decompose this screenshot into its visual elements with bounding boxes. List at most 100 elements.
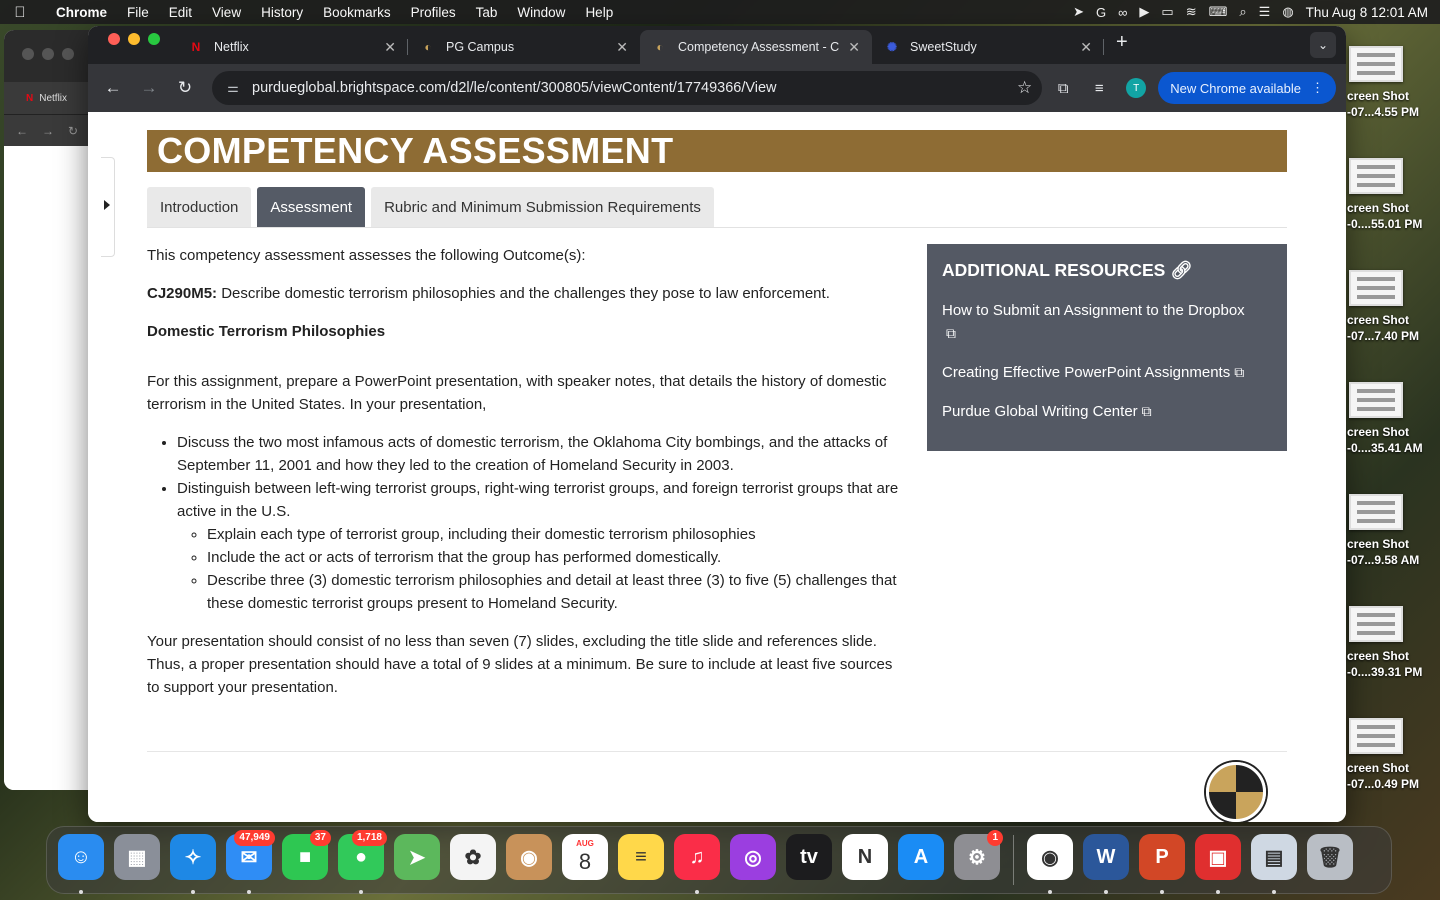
system-settings-dock-item[interactable]: ⚙ 1 — [949, 830, 1005, 886]
tab-competency-assessment[interactable]: ◐ Competency Assessment - C ✕ — [640, 30, 872, 64]
trash-dock-item[interactable]: 🗑 — [1302, 834, 1358, 886]
running-indicator — [1160, 890, 1164, 894]
play-icon[interactable]: ▶ — [1139, 4, 1149, 20]
maps-dock-item[interactable]: ➤ — [389, 834, 445, 886]
location-icon[interactable]: ➤ — [1073, 4, 1084, 20]
new-tab-button[interactable]: + — [1104, 31, 1140, 60]
site-info-icon[interactable]: ⚌ — [222, 80, 244, 96]
news-dock-item[interactable]: N — [837, 834, 893, 886]
desktop-file[interactable]: creen Shot -0....55.01 PM — [1347, 158, 1440, 232]
minimize-window-button[interactable] — [128, 33, 140, 45]
back-arrow-icon[interactable]: ← — [16, 124, 28, 138]
resource-link-writing-center[interactable]: Purdue Global Writing Center ⧉ — [942, 400, 1272, 423]
apple-menu-icon[interactable]:  — [0, 4, 40, 21]
desktop-file[interactable]: creen Shot -0....39.31 PM — [1347, 606, 1440, 680]
back-arrow-icon: ← — [104, 78, 122, 97]
url-text[interactable]: purdueglobal.brightspace.com/d2l/le/cont… — [252, 80, 1017, 96]
wifi-icon[interactable]: ≋ — [1186, 4, 1197, 20]
more-menu-icon[interactable]: ⋮ — [1311, 80, 1324, 96]
sidebar-toggle[interactable] — [101, 157, 115, 257]
desktop-file[interactable]: creen Shot -07...4.55 PM — [1347, 46, 1440, 120]
grammarly-icon[interactable]: G — [1096, 5, 1106, 20]
purdue-global-icon: ◐ — [424, 40, 432, 54]
chrome-icon: ◉ — [1027, 834, 1073, 880]
photos-dock-item[interactable]: ✿ — [445, 834, 501, 886]
assignment-text: For this assignment, prepare a PowerPoin… — [147, 373, 887, 413]
menu-window[interactable]: Window — [507, 5, 575, 20]
preview-dock-item[interactable]: ▤ — [1246, 834, 1302, 894]
menu-tab[interactable]: Tab — [466, 5, 508, 20]
tab-netflix[interactable]: N Netflix ✕ — [176, 30, 408, 64]
tv-icon: tv — [786, 834, 832, 880]
zoom-window-button[interactable] — [148, 33, 160, 45]
powerpoint-dock-item[interactable]: P — [1134, 834, 1190, 894]
menu-app-name[interactable]: Chrome — [40, 5, 117, 20]
keyboard-icon[interactable]: ⌨ — [1209, 4, 1228, 20]
tv-dock-item[interactable]: tv — [781, 834, 837, 886]
menu-edit[interactable]: Edit — [159, 5, 202, 20]
app-store-dock-item[interactable]: A — [893, 834, 949, 886]
siri-icon[interactable]: ◍ — [1282, 4, 1293, 20]
desktop-file[interactable]: creen Shot -07...7.40 PM — [1347, 270, 1440, 344]
notification-badge: 1 — [987, 830, 1003, 846]
extensions-icon[interactable]: ⧉ — [1048, 73, 1078, 103]
podcasts-icon: ◎ — [730, 834, 776, 880]
menu-view[interactable]: View — [202, 5, 251, 20]
reload-button[interactable]: ↻ — [170, 73, 200, 103]
section-heading: Domestic Terrorism Philosophies — [147, 323, 386, 340]
address-bar[interactable]: ⚌ purdueglobal.brightspace.com/d2l/le/co… — [212, 71, 1043, 105]
messages-dock-item[interactable]: ● 1,718 — [333, 830, 389, 894]
forward-button[interactable]: → — [134, 73, 164, 103]
menu-help[interactable]: Help — [575, 5, 623, 20]
bookmark-star-icon[interactable]: ☆ — [1017, 78, 1032, 98]
dock: ☺ ▦ ✧ ✉ 47,949 ■ 37 ● 1,718 ➤ ✿ ◉ AUG 8 ≡ ♫ ◎ tv N A ⚙ 1 ◉ W P ▣ ▤… — [46, 826, 1392, 894]
reload-icon[interactable]: ↻ — [68, 124, 78, 138]
spotlight-search-icon[interactable]: ⌕ — [1239, 4, 1246, 20]
music-dock-item[interactable]: ♫ — [669, 834, 725, 894]
running-indicator — [1272, 890, 1276, 894]
tab-introduction[interactable]: Introduction — [147, 187, 252, 227]
creative-cloud-icon[interactable]: ∞ — [1118, 5, 1127, 20]
control-center-icon[interactable]: ☰ — [1259, 4, 1271, 20]
tab-assessment[interactable]: Assessment — [257, 187, 366, 227]
word-dock-item[interactable]: W — [1078, 834, 1134, 894]
finder-dock-item[interactable]: ☺ — [53, 834, 109, 894]
facetime-dock-item[interactable]: ■ 37 — [277, 830, 333, 886]
calendar-dock-item[interactable]: AUG 8 — [557, 834, 613, 886]
chrome-dock-item[interactable]: ◉ — [1022, 834, 1078, 894]
resource-link-dropbox[interactable]: How to Submit an Assignment to the Dropb… — [942, 299, 1272, 345]
launchpad-dock-item[interactable]: ▦ — [109, 834, 165, 886]
resource-link-powerpoint[interactable]: Creating Effective PowerPoint Assignment… — [942, 361, 1272, 384]
photo-booth-dock-item[interactable]: ▣ — [1190, 834, 1246, 894]
notes-dock-item[interactable]: ≡ — [613, 834, 669, 886]
profile-avatar[interactable]: T — [1126, 78, 1147, 98]
menubar-clock[interactable]: Thu Aug 8 12:01 AM — [1306, 5, 1428, 20]
list-item: Distinguish between left-wing terrorist … — [177, 477, 902, 615]
menu-bookmarks[interactable]: Bookmarks — [313, 5, 401, 20]
close-tab-icon[interactable]: ✕ — [1080, 39, 1092, 56]
close-window-button[interactable] — [108, 33, 120, 45]
menu-profiles[interactable]: Profiles — [401, 5, 466, 20]
safari-dock-item[interactable]: ✧ — [165, 834, 221, 894]
desktop-file[interactable]: creen Shot -0....35.41 AM — [1347, 382, 1440, 456]
desktop-file[interactable]: creen Shot -07...0.49 PM — [1347, 718, 1440, 792]
contacts-dock-item[interactable]: ◉ — [501, 834, 557, 886]
podcasts-dock-item[interactable]: ◎ — [725, 834, 781, 886]
menu-file[interactable]: File — [117, 5, 159, 20]
tab-search-button[interactable]: ⌄ — [1310, 32, 1336, 58]
close-tab-icon[interactable]: ✕ — [848, 39, 860, 56]
back-button[interactable]: ← — [98, 73, 128, 103]
desktop-file[interactable]: creen Shot -07...9.58 AM — [1347, 494, 1440, 568]
forward-arrow-icon[interactable]: → — [42, 124, 54, 138]
menu-history[interactable]: History — [251, 5, 313, 20]
new-chrome-available-button[interactable]: New Chrome available ⋮ — [1158, 72, 1336, 104]
battery-icon[interactable]: ▭ — [1161, 4, 1173, 20]
tab-rubric[interactable]: Rubric and Minimum Submission Requiremen… — [371, 187, 714, 227]
mail-dock-item[interactable]: ✉ 47,949 — [221, 830, 277, 894]
reading-list-icon[interactable]: ≡ — [1084, 73, 1114, 103]
close-tab-icon[interactable]: ✕ — [616, 39, 628, 56]
outcome-text: Describe domestic terrorism philosophies… — [217, 285, 830, 302]
tab-pg-campus[interactable]: ◐ PG Campus ✕ — [408, 30, 640, 64]
close-tab-icon[interactable]: ✕ — [384, 39, 396, 56]
tab-sweetstudy[interactable]: ✺ SweetStudy ✕ — [872, 30, 1104, 64]
